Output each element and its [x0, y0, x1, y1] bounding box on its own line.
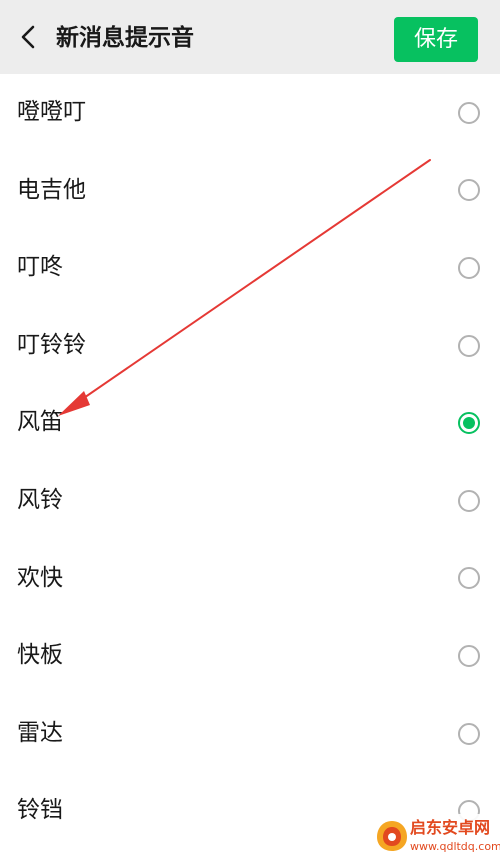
watermark-logo-icon — [377, 821, 407, 851]
radio-checked-icon[interactable] — [458, 412, 480, 435]
header-bar: 新消息提示音 保存 — [0, 0, 500, 74]
radio-unchecked-icon[interactable] — [458, 179, 480, 202]
watermark-url: www.qdltdq.com — [410, 840, 500, 853]
radio-unchecked-icon[interactable] — [458, 644, 480, 667]
sound-label: 铃铛 — [17, 797, 63, 824]
watermark-name: 启东安卓网 — [410, 818, 491, 837]
radio-unchecked-icon[interactable] — [458, 722, 480, 745]
sound-label: 风铃 — [17, 486, 63, 513]
radio-unchecked-icon[interactable] — [458, 101, 480, 124]
list-item[interactable]: 欢快 — [0, 540, 500, 618]
list-item[interactable]: 电吉他 — [0, 152, 500, 230]
page-title: 新消息提示音 — [56, 25, 194, 51]
sound-label: 雷达 — [17, 719, 63, 746]
sound-label: 欢快 — [17, 564, 63, 591]
list-item-selected[interactable]: 风笛 — [0, 384, 500, 462]
sound-label: 快板 — [17, 642, 63, 669]
list-item[interactable]: 叮铃铃 — [0, 307, 500, 385]
list-item[interactable]: 雷达 — [0, 695, 500, 773]
sound-label: 叮铃铃 — [17, 331, 86, 358]
sound-label: 电吉他 — [17, 176, 86, 203]
list-item[interactable]: 噔噔叮 — [0, 74, 500, 152]
list-item[interactable]: 快板 — [0, 617, 500, 695]
sound-label: 叮咚 — [17, 254, 63, 281]
watermark: 启东安卓网 www.qdltdq.com — [374, 814, 500, 860]
sound-settings-screen: 新消息提示音 保存 噔噔叮 电吉他 叮咚 叮铃铃 风笛 风铃 欢快 快板 雷达 … — [0, 0, 500, 860]
radio-unchecked-icon[interactable] — [458, 567, 480, 590]
chevron-left-icon — [21, 25, 35, 49]
sound-label: 风笛 — [17, 409, 63, 436]
back-button[interactable] — [8, 17, 48, 57]
sound-list: 噔噔叮 电吉他 叮咚 叮铃铃 风笛 风铃 欢快 快板 雷达 铃铛 — [0, 74, 500, 850]
radio-unchecked-icon[interactable] — [458, 489, 480, 512]
radio-unchecked-icon[interactable] — [458, 256, 480, 279]
radio-unchecked-icon[interactable] — [458, 334, 480, 357]
list-item[interactable]: 风铃 — [0, 462, 500, 540]
list-item[interactable]: 叮咚 — [0, 229, 500, 307]
sound-label: 噔噔叮 — [17, 99, 86, 125]
save-button[interactable]: 保存 — [394, 17, 478, 62]
